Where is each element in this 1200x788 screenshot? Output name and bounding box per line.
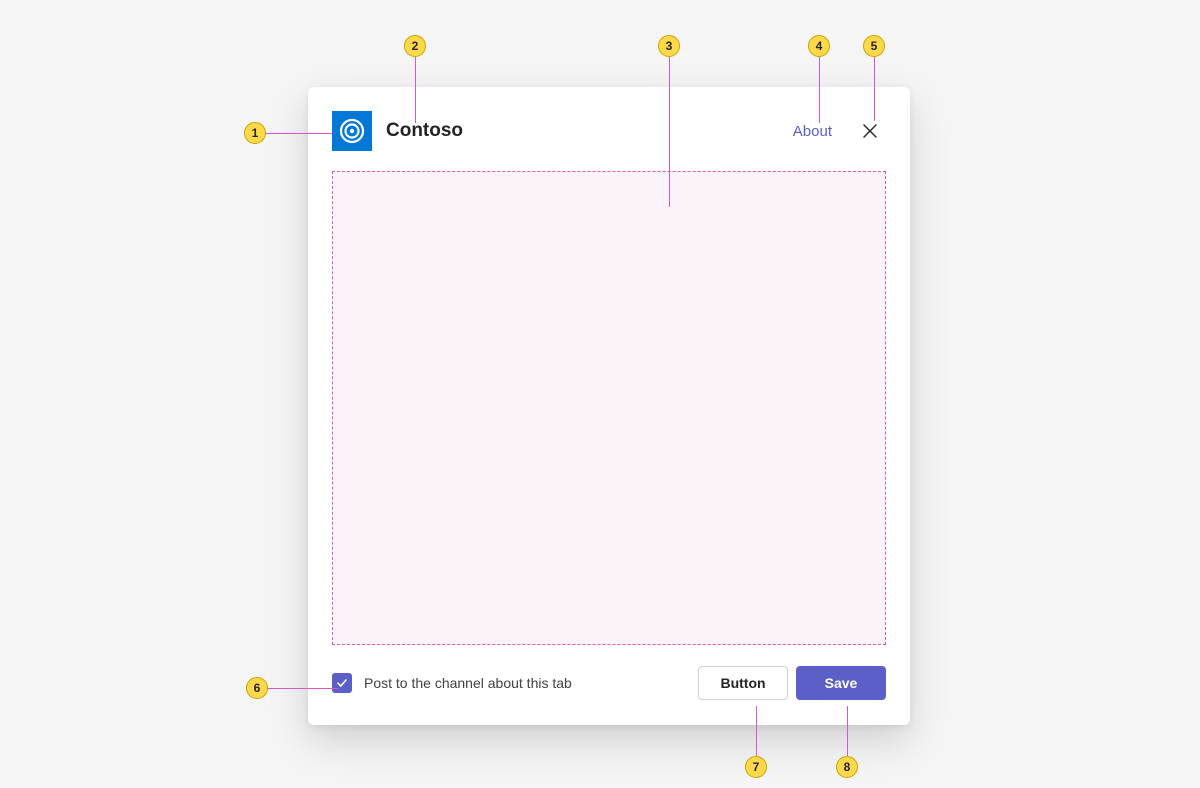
leader-7 [756,706,757,756]
tab-iframe-area[interactable] [332,171,886,645]
callout-4: 4 [808,35,830,57]
leader-2 [415,57,416,123]
app-logo-icon [332,111,372,151]
leader-6 [268,688,338,689]
post-checkbox[interactable] [332,673,352,693]
about-link[interactable]: About [793,123,832,140]
callout-1: 1 [244,122,266,144]
config-dialog: Contoso About Post to the channel about … [308,87,910,725]
callout-2: 2 [404,35,426,57]
leader-8 [847,706,848,756]
save-button[interactable]: Save [796,666,886,700]
dialog-footer: Post to the channel about this tab Butto… [332,665,886,701]
post-checkbox-group: Post to the channel about this tab [332,673,698,693]
secondary-button[interactable]: Button [698,666,788,700]
callout-3: 3 [658,35,680,57]
callout-7: 7 [745,756,767,778]
post-checkbox-label: Post to the channel about this tab [364,675,572,691]
callout-8: 8 [836,756,858,778]
leader-5 [874,57,875,121]
callout-6: 6 [246,677,268,699]
dialog-title: Contoso [386,120,779,142]
close-button[interactable] [854,115,886,147]
callout-5: 5 [863,35,885,57]
leader-3 [669,57,670,207]
close-icon [862,123,878,139]
leader-4 [819,57,820,123]
leader-1 [266,133,332,134]
